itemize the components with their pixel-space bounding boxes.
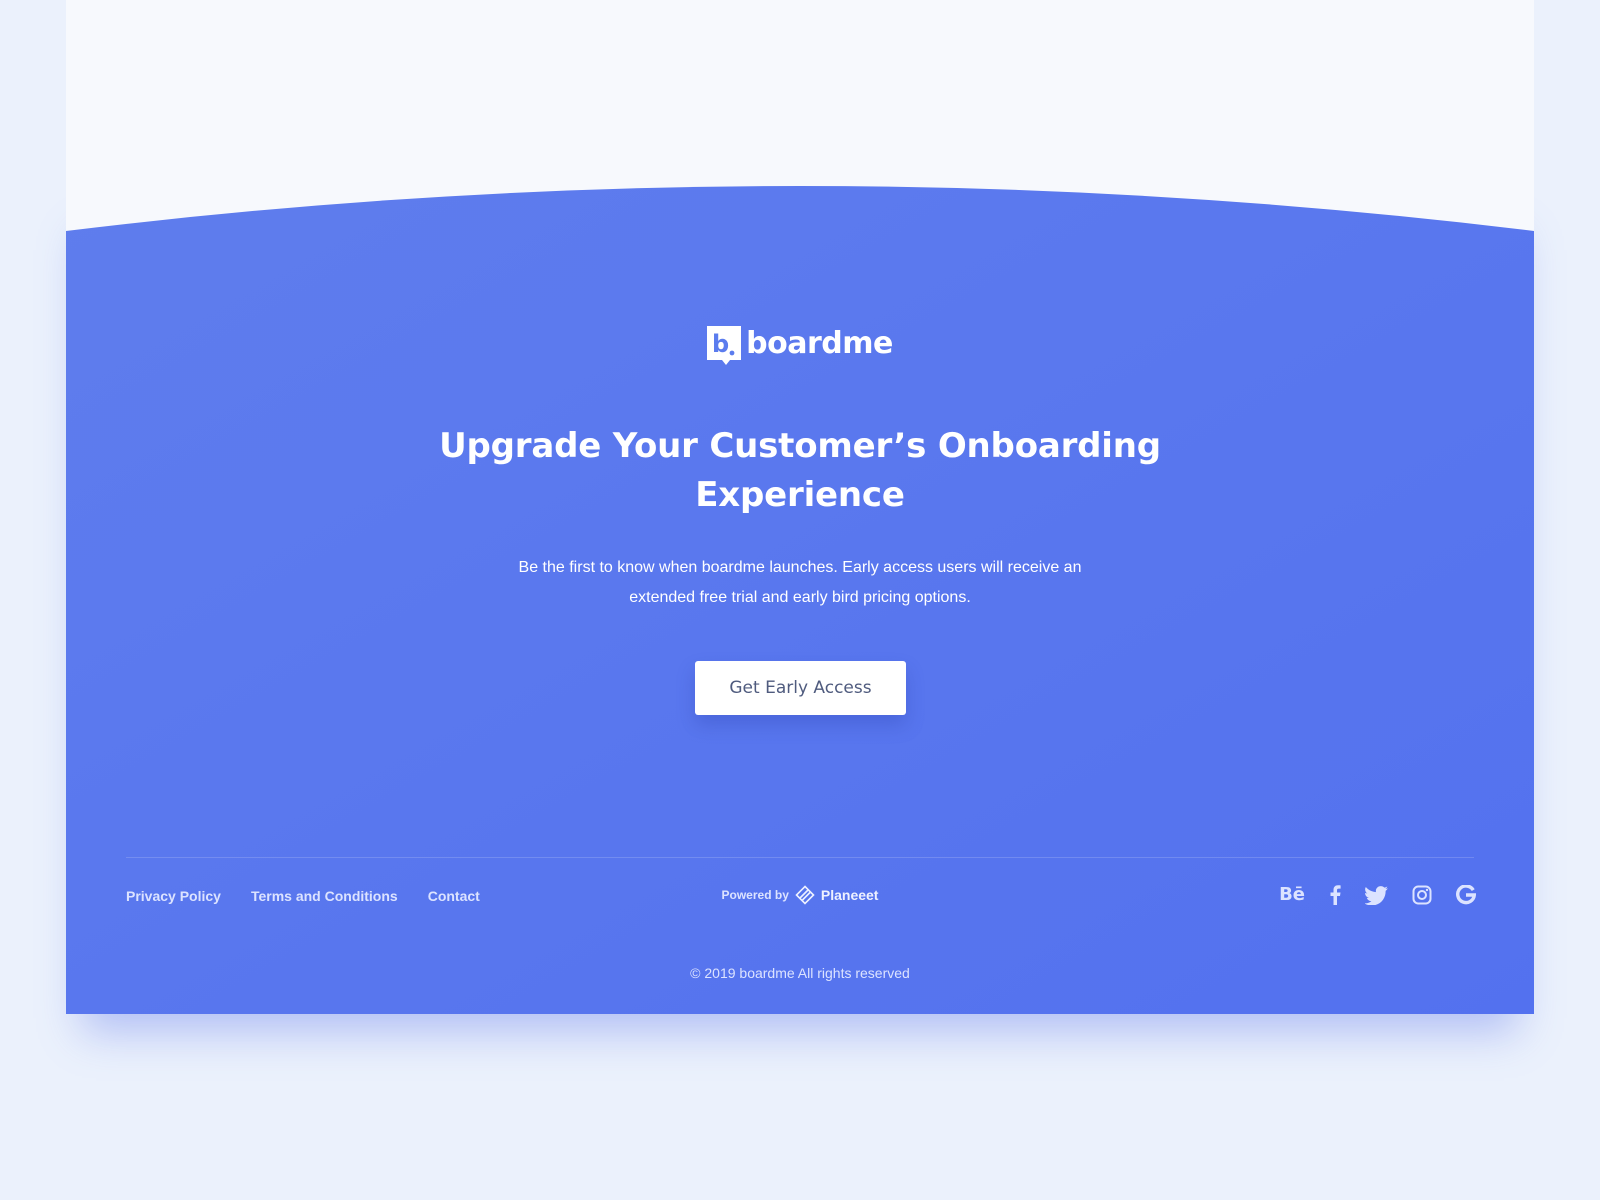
google-icon[interactable] [1456,883,1476,907]
copyright-text: © 2019 boardme All rights reserved [690,965,910,981]
brand-mark-letter: b [712,330,729,358]
brand-logo[interactable]: b boardme [66,326,1534,366]
get-early-access-button[interactable]: Get Early Access [695,661,906,715]
powered-by-label: Powered by [721,888,789,902]
social-links: Bē [1279,883,1476,907]
twitter-icon[interactable] [1365,883,1388,907]
boardme-logo-icon: b [707,326,742,365]
behance-icon[interactable]: Bē [1279,883,1305,907]
planeeet-logo-icon [795,885,815,905]
page-card: b boardme Upgrade Your Customer’s Onboar… [66,0,1534,1014]
hero-title: Upgrade Your Customer’s Onboarding Exper… [439,426,1161,515]
hero-section: b boardme Upgrade Your Customer’s Onboar… [66,186,1534,1014]
facebook-icon[interactable] [1329,883,1341,907]
hero-subtitle: Be the first to know when boardme launch… [518,559,1082,606]
footer-divider [126,857,1474,858]
instagram-icon[interactable] [1412,883,1432,907]
brand-name: boardme [746,326,893,361]
planeeet-brand: Planeeet [820,887,879,903]
